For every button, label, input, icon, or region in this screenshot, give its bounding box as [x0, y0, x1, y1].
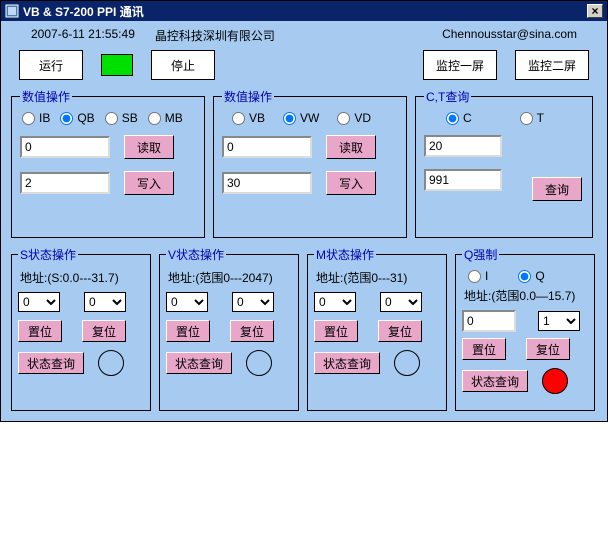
m-set-button[interactable]: 置位	[314, 320, 358, 342]
q-addr-label: 地址:(范围0.0—15.7)	[464, 287, 588, 304]
q-sel-2[interactable]: 1	[538, 311, 580, 331]
q-force-group: Q强制 I Q 地址:(范围0.0—15.7) 1 置位 复位 状态查询	[455, 246, 595, 411]
m-sel-1[interactable]: 0	[314, 292, 356, 312]
ct-query-button[interactable]: 查询	[532, 177, 582, 201]
v-sel-1[interactable]: 0	[166, 292, 208, 312]
s-sel-1[interactable]: 0	[18, 292, 60, 312]
s-legend: S状态操作	[18, 246, 78, 263]
window: VB & S7-200 PPI 通讯 × 2007-6-11 21:55:49 …	[0, 0, 608, 422]
m-addr-label: 地址:(范围0---31)	[316, 269, 440, 286]
s-query-button[interactable]: 状态查询	[18, 352, 84, 374]
numeric-op-1-group: 数值操作 IB QB SB MB 读取 写入	[11, 88, 205, 238]
ct-input-2[interactable]	[424, 169, 502, 191]
num1-write-input[interactable]	[20, 172, 110, 194]
v-query-button[interactable]: 状态查询	[166, 352, 232, 374]
client-area: 2007-6-11 21:55:49 晶控科技深圳有限公司 Chennousst…	[1, 21, 607, 421]
num2-read-button[interactable]: 读取	[326, 135, 376, 159]
m-query-button[interactable]: 状态查询	[314, 352, 380, 374]
numeric-op-2-group: 数值操作 VB VW VD 读取 写入	[213, 88, 407, 238]
v-status-indicator	[246, 350, 272, 376]
num2-read-input[interactable]	[222, 136, 312, 158]
radio-sb[interactable]: SB	[105, 111, 138, 125]
m-reset-button[interactable]: 复位	[378, 320, 422, 342]
company-label: 晶控科技深圳有限公司	[155, 27, 275, 44]
stop-button[interactable]: 停止	[151, 50, 215, 80]
s-addr-label: 地址:(S:0.0---31.7)	[20, 269, 144, 286]
m-status-indicator	[394, 350, 420, 376]
radio-t[interactable]: T	[520, 111, 544, 125]
radio-vw[interactable]: VW	[283, 111, 319, 125]
radio-qb[interactable]: QB	[60, 111, 94, 125]
info-row: 2007-6-11 21:55:49 晶控科技深圳有限公司 Chennousst…	[11, 27, 597, 50]
numeric-op-2-legend: 数值操作	[222, 88, 274, 105]
datetime-label: 2007-6-11 21:55:49	[31, 27, 135, 44]
email-label: Chennousstar@sina.com	[442, 27, 577, 44]
num1-read-button[interactable]: 读取	[124, 135, 174, 159]
radio-mb[interactable]: MB	[148, 111, 183, 125]
s-status-indicator	[98, 350, 124, 376]
radio-ib[interactable]: IB	[22, 111, 50, 125]
s-reset-button[interactable]: 复位	[82, 320, 126, 342]
q-legend: Q强制	[462, 246, 499, 263]
monitor2-button[interactable]: 监控二屏	[515, 50, 589, 80]
m-legend: M状态操作	[314, 246, 376, 263]
num2-write-button[interactable]: 写入	[326, 171, 376, 195]
radio-vb[interactable]: VB	[232, 111, 265, 125]
num1-read-input[interactable]	[20, 136, 110, 158]
q-set-button[interactable]: 置位	[462, 338, 506, 360]
q-reset-button[interactable]: 复位	[526, 338, 570, 360]
ct-query-group: C,T查询 C T 查询	[415, 88, 593, 238]
window-title: VB & S7-200 PPI 通讯	[23, 3, 587, 20]
monitor1-button[interactable]: 监控一屏	[423, 50, 497, 80]
radio-c[interactable]: C	[446, 111, 472, 125]
s-status-group: S状态操作 地址:(S:0.0---31.7) 0 0 置位 复位 状态查询	[11, 246, 151, 411]
m-sel-2[interactable]: 0	[380, 292, 422, 312]
app-icon	[5, 4, 19, 18]
radio-vd[interactable]: VD	[337, 111, 371, 125]
q-input-1[interactable]	[462, 310, 516, 332]
v-status-group: V状态操作 地址:(范围0---2047) 0 0 置位 复位 状态查询	[159, 246, 299, 411]
ct-legend: C,T查询	[424, 88, 471, 105]
v-legend: V状态操作	[166, 246, 226, 263]
numeric-op-1-legend: 数值操作	[20, 88, 72, 105]
status-lamp	[101, 54, 133, 76]
run-button[interactable]: 运行	[19, 50, 83, 80]
q-query-button[interactable]: 状态查询	[462, 370, 528, 392]
top-button-row: 运行 停止 监控一屏 监控二屏	[11, 50, 597, 88]
s-set-button[interactable]: 置位	[18, 320, 62, 342]
v-reset-button[interactable]: 复位	[230, 320, 274, 342]
v-sel-2[interactable]: 0	[232, 292, 274, 312]
s-sel-2[interactable]: 0	[84, 292, 126, 312]
close-button[interactable]: ×	[587, 4, 603, 18]
titlebar[interactable]: VB & S7-200 PPI 通讯 ×	[1, 1, 607, 21]
v-addr-label: 地址:(范围0---2047)	[168, 269, 292, 286]
q-status-indicator	[542, 368, 568, 394]
num1-write-button[interactable]: 写入	[124, 171, 174, 195]
m-status-group: M状态操作 地址:(范围0---31) 0 0 置位 复位 状态查询	[307, 246, 447, 411]
ct-input-1[interactable]	[424, 135, 502, 157]
radio-q[interactable]: Q	[518, 269, 544, 283]
radio-i[interactable]: I	[468, 269, 488, 283]
num2-write-input[interactable]	[222, 172, 312, 194]
v-set-button[interactable]: 置位	[166, 320, 210, 342]
